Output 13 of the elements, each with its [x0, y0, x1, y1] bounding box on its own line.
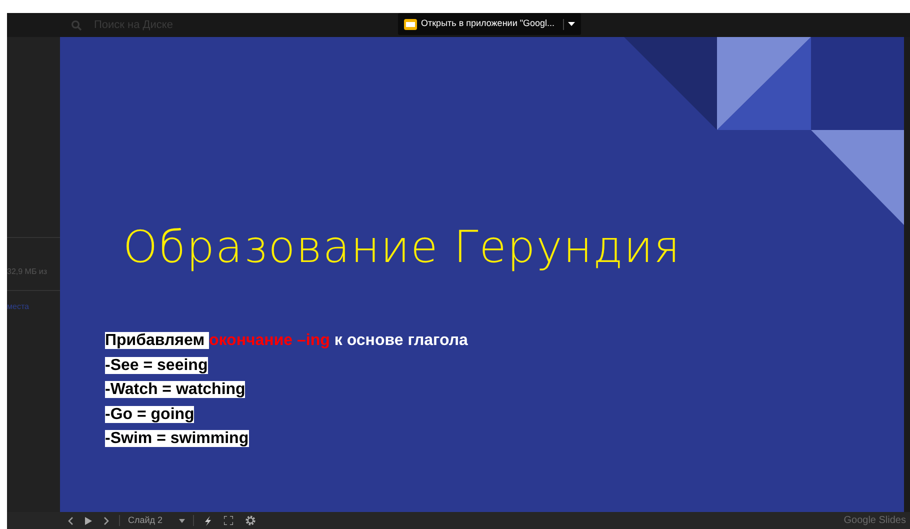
previous-icon[interactable]: [68, 516, 73, 524]
next-icon[interactable]: [104, 516, 109, 524]
fullscreen-icon[interactable]: [224, 516, 233, 525]
slide-select[interactable]: Слайд 2: [124, 512, 189, 529]
open-in-app-button[interactable]: Открыть в приложении "Googl...: [398, 13, 581, 35]
brand-logo-text: Google Slides: [844, 514, 906, 528]
play-icon[interactable]: [85, 516, 92, 524]
lightning-icon[interactable]: [204, 516, 212, 526]
slide-text-line: Прибавляем окончание –ing к основе глагола: [105, 331, 468, 351]
caret-icon[interactable]: [568, 22, 575, 26]
settings-icon[interactable]: [244, 515, 256, 526]
slide-title: Образование Герундия: [123, 221, 681, 275]
slides-icon: [404, 18, 417, 30]
